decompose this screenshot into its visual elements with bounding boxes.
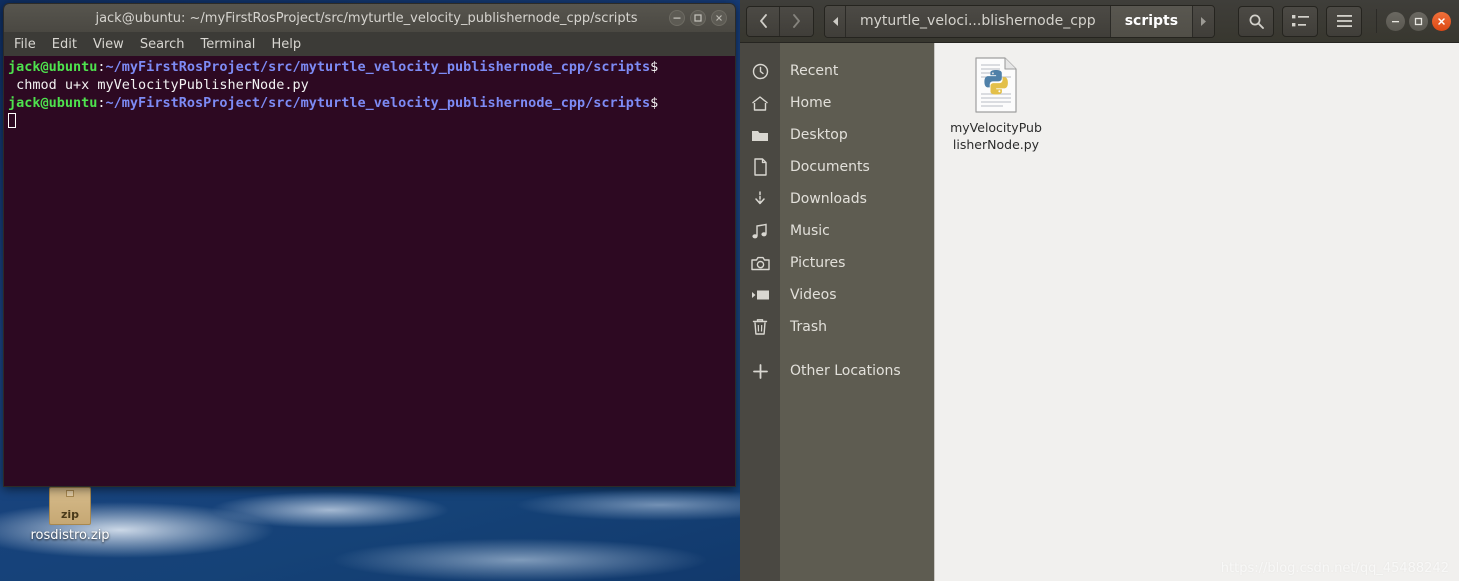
python-file-icon bbox=[973, 57, 1019, 113]
terminal-prompt-line-1: jack@ubuntu:~/myFirstRosProject/src/mytu… bbox=[8, 58, 731, 76]
desktop-icon-label: rosdistro.zip bbox=[30, 528, 110, 543]
file-item-label: myVelocityPublisherNode.py bbox=[950, 120, 1042, 152]
folder-icon bbox=[740, 128, 780, 143]
terminal-prompt-path: ~/myFirstRosProject/src/myturtle_velocit… bbox=[105, 59, 651, 75]
hamburger-menu-icon[interactable] bbox=[1326, 5, 1362, 37]
file-manager-header: myturtle_veloci...blishernode_cpp script… bbox=[740, 0, 1459, 43]
back-button[interactable] bbox=[747, 6, 780, 36]
file-manager-window[interactable]: myturtle_veloci...blishernode_cpp script… bbox=[740, 0, 1459, 581]
terminal-menu-search[interactable]: Search bbox=[140, 37, 185, 52]
terminal-prompt-dollar-2: $ bbox=[650, 95, 659, 111]
breadcrumb-scroll-left-icon[interactable] bbox=[825, 5, 846, 37]
terminal-prompt-colon-2: : bbox=[97, 95, 106, 111]
zip-archive-badge: zip bbox=[60, 508, 80, 521]
camera-icon bbox=[740, 256, 780, 271]
file-manager-minimize-button[interactable] bbox=[1386, 11, 1405, 31]
desktop-icon-rosdistro-zip[interactable]: zip rosdistro.zip bbox=[22, 487, 118, 544]
terminal-window-controls bbox=[669, 10, 735, 26]
sidebar-top-gap bbox=[740, 43, 934, 55]
terminal-title: jack@ubuntu: ~/myFirstRosProject/src/myt… bbox=[95, 10, 638, 26]
terminal-prompt-dollar: $ bbox=[650, 59, 659, 75]
terminal-prompt-colon: : bbox=[97, 59, 106, 75]
sidebar-item-pictures[interactable]: Pictures bbox=[740, 247, 934, 279]
terminal-menubar: File Edit View Search Terminal Help bbox=[4, 32, 735, 56]
sidebar-label-videos: Videos bbox=[790, 287, 837, 303]
terminal-prompt-user: jack@ubuntu bbox=[8, 59, 98, 75]
breadcrumb-scroll-right-icon[interactable] bbox=[1193, 5, 1215, 37]
watermark: https://blog.csdn.net/qq_45488242 bbox=[1220, 561, 1449, 576]
list-view-icon[interactable] bbox=[1282, 5, 1318, 37]
file-list-area[interactable]: myVelocityPublisherNode.py https://blog.… bbox=[935, 43, 1459, 581]
plus-icon bbox=[740, 363, 780, 380]
sidebar-label-music: Music bbox=[790, 223, 830, 239]
sidebar-label-documents: Documents bbox=[790, 159, 870, 175]
header-separator bbox=[1376, 9, 1377, 33]
sidebar-label-pictures: Pictures bbox=[790, 255, 846, 271]
sidebar-item-documents[interactable]: Documents bbox=[740, 151, 934, 183]
terminal-close-button[interactable] bbox=[711, 10, 727, 26]
file-manager-close-button[interactable] bbox=[1432, 11, 1451, 31]
file-manager-window-controls bbox=[1386, 11, 1453, 31]
terminal-menu-edit[interactable]: Edit bbox=[52, 37, 77, 52]
terminal-titlebar[interactable]: jack@ubuntu: ~/myFirstRosProject/src/myt… bbox=[4, 4, 735, 32]
sidebar-item-home[interactable]: Home bbox=[740, 87, 934, 119]
sidebar-item-desktop[interactable]: Desktop bbox=[740, 119, 934, 151]
sidebar-item-videos[interactable]: Videos bbox=[740, 279, 934, 311]
terminal-minimize-button[interactable] bbox=[669, 10, 685, 26]
sidebar-item-other-locations[interactable]: Other Locations bbox=[740, 355, 934, 387]
terminal-menu-help[interactable]: Help bbox=[271, 37, 301, 52]
sidebar-label-home: Home bbox=[790, 95, 832, 111]
terminal-menu-view[interactable]: View bbox=[93, 37, 124, 52]
terminal-window[interactable]: jack@ubuntu: ~/myFirstRosProject/src/myt… bbox=[3, 3, 736, 487]
terminal-cursor bbox=[8, 113, 16, 128]
breadcrumb: myturtle_veloci...blishernode_cpp script… bbox=[824, 4, 1216, 38]
sidebar-label-recent: Recent bbox=[790, 63, 839, 79]
trash-icon bbox=[740, 318, 780, 336]
breadcrumb-segment-scripts[interactable]: scripts bbox=[1110, 5, 1194, 37]
forward-button[interactable] bbox=[780, 6, 813, 36]
music-note-icon bbox=[740, 223, 780, 240]
search-icon[interactable] bbox=[1238, 5, 1274, 37]
terminal-command-line: chmod u+x myVelocityPublisherNode.py bbox=[8, 77, 309, 93]
clock-icon bbox=[740, 63, 780, 80]
sidebar-item-recent[interactable]: Recent bbox=[740, 55, 934, 87]
file-manager-maximize-button[interactable] bbox=[1409, 11, 1428, 31]
terminal-prompt-path-2: ~/myFirstRosProject/src/myturtle_velocit… bbox=[105, 95, 651, 111]
terminal-output-area[interactable]: jack@ubuntu:~/myFirstRosProject/src/mytu… bbox=[4, 56, 735, 486]
zip-archive-icon: zip bbox=[49, 487, 91, 525]
terminal-menu-file[interactable]: File bbox=[14, 37, 36, 52]
sidebar-label-trash: Trash bbox=[790, 319, 827, 335]
sidebar: Recent Home Desktop Documents Downloads … bbox=[740, 43, 934, 581]
terminal-menu-terminal[interactable]: Terminal bbox=[200, 37, 255, 52]
download-icon bbox=[740, 190, 780, 208]
terminal-prompt-user-2: jack@ubuntu bbox=[8, 95, 98, 111]
terminal-cursor-line bbox=[8, 112, 731, 130]
sidebar-label-downloads: Downloads bbox=[790, 191, 867, 207]
sidebar-section-gap bbox=[740, 343, 934, 355]
sidebar-item-music[interactable]: Music bbox=[740, 215, 934, 247]
sidebar-item-trash[interactable]: Trash bbox=[740, 311, 934, 343]
file-manager-body: Recent Home Desktop Documents Downloads … bbox=[740, 43, 1459, 581]
sidebar-item-downloads[interactable]: Downloads bbox=[740, 183, 934, 215]
file-item-python-script[interactable]: myVelocityPublisherNode.py bbox=[949, 57, 1043, 153]
home-icon bbox=[740, 95, 780, 112]
terminal-prompt-line-2: jack@ubuntu:~/myFirstRosProject/src/mytu… bbox=[8, 94, 731, 112]
navigation-buttons bbox=[746, 5, 814, 37]
video-icon bbox=[740, 288, 780, 302]
sidebar-label-desktop: Desktop bbox=[790, 127, 848, 143]
sidebar-label-other-locations: Other Locations bbox=[790, 363, 901, 379]
breadcrumb-segment-parent[interactable]: myturtle_veloci...blishernode_cpp bbox=[846, 5, 1111, 37]
terminal-maximize-button[interactable] bbox=[690, 10, 706, 26]
document-icon bbox=[740, 158, 780, 176]
